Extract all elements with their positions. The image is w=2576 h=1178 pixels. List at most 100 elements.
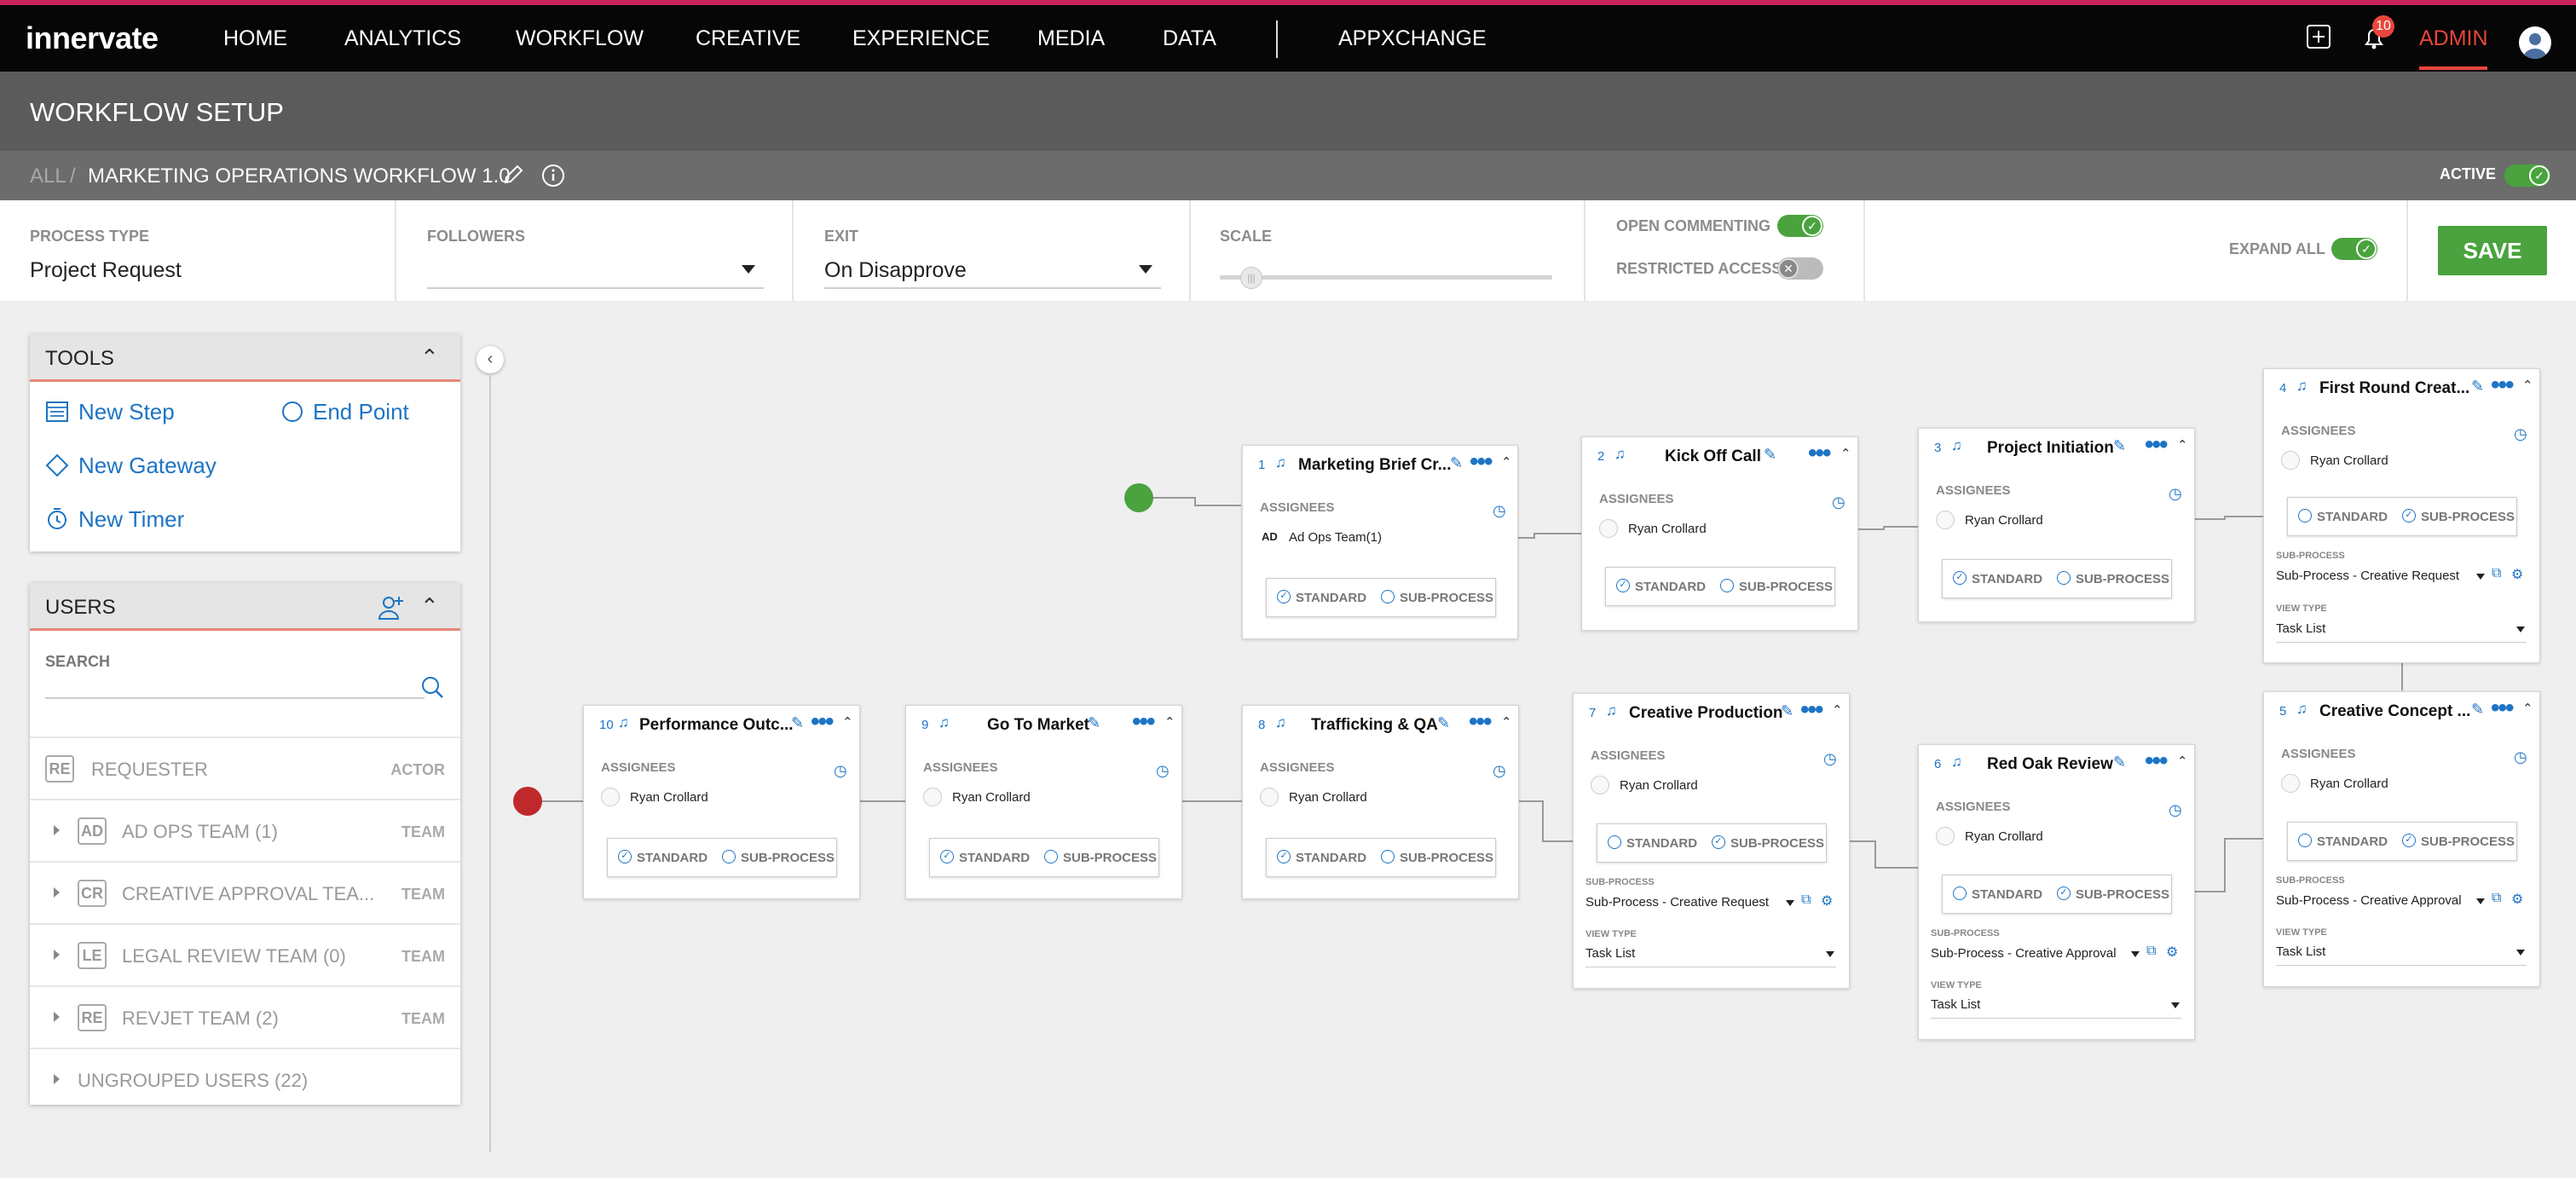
radio-checked-icon[interactable]: ✓ — [1277, 590, 1291, 603]
workflow-step-card[interactable]: 5 ♫ Creative Concept ... ✎ ••• ⌃ ASSIGNE… — [2263, 691, 2540, 987]
more-options-icon[interactable]: ••• — [2491, 371, 2514, 400]
view-type-select[interactable]: Task List — [1585, 946, 1635, 961]
step-type-toggle[interactable]: ✓ STANDARD SUB-PROCESS — [1266, 838, 1496, 877]
chevron-up-icon[interactable]: ⌃ — [1832, 702, 1843, 718]
chevron-down-icon[interactable] — [1826, 951, 1834, 957]
view-type-select[interactable]: Task List — [1931, 997, 1980, 1012]
radio-empty-icon[interactable] — [2298, 834, 2312, 847]
chevron-down-icon[interactable] — [2476, 898, 2485, 904]
step-type-toggle[interactable]: STANDARD ✓ SUB-PROCESS — [1942, 875, 2172, 914]
more-options-icon[interactable]: ••• — [1470, 448, 1493, 476]
more-options-icon[interactable]: ••• — [2145, 430, 2168, 459]
standard-option[interactable]: STANDARD — [1972, 572, 2042, 586]
radio-empty-icon[interactable] — [1953, 886, 1967, 900]
edit-pencil-icon[interactable]: ✎ — [2113, 437, 2126, 455]
more-options-icon[interactable]: ••• — [2491, 694, 2514, 723]
clock-icon[interactable]: ◷ — [1156, 762, 1170, 780]
chevron-down-icon[interactable] — [2516, 950, 2525, 956]
workflow-step-card[interactable]: 6 ♫ Red Oak Review ✎ ••• ⌃ ASSIGNEES ◷ R… — [1918, 744, 2195, 1040]
clock-icon[interactable]: ◷ — [1823, 750, 1837, 768]
workflow-step-card[interactable]: 1 ♫ Marketing Brief Cr... ✎ ••• ⌃ ASSIGN… — [1242, 445, 1518, 639]
edit-pencil-icon[interactable]: ✎ — [1450, 454, 1463, 472]
gear-icon[interactable]: ⚙ — [2166, 944, 2178, 961]
open-link-icon[interactable]: ⧉ — [2146, 944, 2156, 959]
radio-checked-icon[interactable]: ✓ — [940, 850, 954, 863]
radio-checked-icon[interactable]: ✓ — [2402, 834, 2416, 847]
more-options-icon[interactable]: ••• — [2145, 747, 2168, 776]
more-options-icon[interactable]: ••• — [1469, 707, 1492, 736]
clock-icon[interactable]: ◷ — [834, 762, 847, 780]
workflow-step-card[interactable]: 2 ♫ Kick Off Call ✎ ••• ⌃ ASSIGNEES ◷ Ry… — [1581, 436, 1858, 631]
edit-pencil-icon[interactable]: ✎ — [1088, 714, 1100, 732]
chevron-down-icon[interactable] — [1786, 900, 1794, 906]
chevron-up-icon[interactable]: ⌃ — [2177, 754, 2188, 769]
step-type-toggle[interactable]: ✓ STANDARD SUB-PROCESS — [1942, 559, 2172, 598]
view-type-select[interactable]: Task List — [2276, 944, 2325, 959]
sub-process-option[interactable]: SUB-PROCESS — [2421, 510, 2515, 524]
edit-pencil-icon[interactable]: ✎ — [2471, 701, 2484, 719]
standard-option[interactable]: STANDARD — [2317, 834, 2388, 849]
bell-icon[interactable]: ♫ — [1614, 446, 1626, 463]
view-type-select[interactable]: Task List — [2276, 621, 2325, 636]
edit-pencil-icon[interactable]: ✎ — [791, 714, 804, 732]
chevron-down-icon[interactable] — [2171, 1002, 2180, 1008]
workflow-step-card[interactable]: 10 ♫ Performance Outc... ✎ ••• ⌃ ASSIGNE… — [583, 705, 860, 899]
chevron-up-icon[interactable]: ⌃ — [842, 714, 853, 730]
chevron-up-icon[interactable]: ⌃ — [2522, 701, 2533, 716]
clock-icon[interactable]: ◷ — [1832, 494, 1845, 511]
sub-process-select[interactable]: Sub-Process - Creative Approval — [1931, 946, 2117, 961]
start-point[interactable] — [1124, 483, 1153, 512]
clock-icon[interactable]: ◷ — [2169, 801, 2182, 819]
standard-option[interactable]: STANDARD — [959, 851, 1030, 865]
radio-empty-icon[interactable] — [1720, 579, 1734, 592]
sub-process-option[interactable]: SUB-PROCESS — [1400, 851, 1493, 865]
standard-option[interactable]: STANDARD — [2317, 510, 2388, 524]
bell-icon[interactable]: ♫ — [939, 714, 950, 731]
chevron-down-icon[interactable] — [2131, 951, 2140, 957]
radio-checked-icon[interactable]: ✓ — [1712, 835, 1725, 849]
step-type-toggle[interactable]: STANDARD ✓ SUB-PROCESS — [1597, 823, 1827, 863]
radio-empty-icon[interactable] — [722, 850, 736, 863]
radio-checked-icon[interactable]: ✓ — [1616, 579, 1630, 592]
workflow-step-card[interactable]: 9 ♫ Go To Market ✎ ••• ⌃ ASSIGNEES ◷ Rya… — [905, 705, 1182, 899]
edit-pencil-icon[interactable]: ✎ — [2471, 378, 2484, 396]
edit-pencil-icon[interactable]: ✎ — [2113, 754, 2126, 771]
chevron-up-icon[interactable]: ⌃ — [1501, 454, 1512, 470]
workflow-step-card[interactable]: 3 ♫ Project Initiation ✎ ••• ⌃ ASSIGNEES… — [1918, 428, 2195, 622]
sub-process-option[interactable]: SUB-PROCESS — [1063, 851, 1157, 865]
more-options-icon[interactable]: ••• — [811, 707, 834, 736]
edit-pencil-icon[interactable]: ✎ — [1437, 714, 1450, 732]
radio-empty-icon[interactable] — [2298, 509, 2312, 523]
step-type-toggle[interactable]: STANDARD ✓ SUB-PROCESS — [2287, 497, 2517, 536]
more-options-icon[interactable]: ••• — [1132, 707, 1155, 736]
more-options-icon[interactable]: ••• — [1800, 696, 1823, 725]
sub-process-option[interactable]: SUB-PROCESS — [1739, 580, 1833, 594]
step-type-toggle[interactable]: ✓ STANDARD SUB-PROCESS — [1605, 567, 1835, 606]
bell-icon[interactable]: ♫ — [1951, 437, 1962, 454]
chevron-down-icon[interactable] — [2476, 574, 2485, 580]
open-link-icon[interactable]: ⧉ — [2492, 891, 2501, 906]
chevron-up-icon[interactable]: ⌃ — [1164, 714, 1175, 730]
radio-checked-icon[interactable]: ✓ — [2402, 509, 2416, 523]
step-type-toggle[interactable]: ✓ STANDARD SUB-PROCESS — [607, 838, 837, 877]
open-link-icon[interactable]: ⧉ — [2492, 566, 2501, 581]
bell-icon[interactable]: ♫ — [1951, 754, 1962, 771]
radio-empty-icon[interactable] — [2057, 571, 2071, 585]
step-type-toggle[interactable]: ✓ STANDARD SUB-PROCESS — [929, 838, 1159, 877]
sub-process-option[interactable]: SUB-PROCESS — [2076, 887, 2169, 902]
sub-process-option[interactable]: SUB-PROCESS — [2421, 834, 2515, 849]
bell-icon[interactable]: ♫ — [1275, 714, 1286, 731]
bell-icon[interactable]: ♫ — [2296, 701, 2307, 718]
step-type-toggle[interactable]: ✓ STANDARD SUB-PROCESS — [1266, 578, 1496, 617]
clock-icon[interactable]: ◷ — [2169, 485, 2182, 503]
gear-icon[interactable]: ⚙ — [2511, 891, 2523, 908]
radio-checked-icon[interactable]: ✓ — [1953, 571, 1967, 585]
clock-icon[interactable]: ◷ — [2514, 748, 2527, 766]
more-options-icon[interactable]: ••• — [1808, 439, 1831, 468]
standard-option[interactable]: STANDARD — [1635, 580, 1706, 594]
sub-process-option[interactable]: SUB-PROCESS — [741, 851, 835, 865]
bell-icon[interactable]: ♫ — [2296, 378, 2307, 395]
radio-empty-icon[interactable] — [1608, 835, 1621, 849]
chevron-up-icon[interactable]: ⌃ — [2177, 437, 2188, 453]
chevron-up-icon[interactable]: ⌃ — [2522, 378, 2533, 393]
